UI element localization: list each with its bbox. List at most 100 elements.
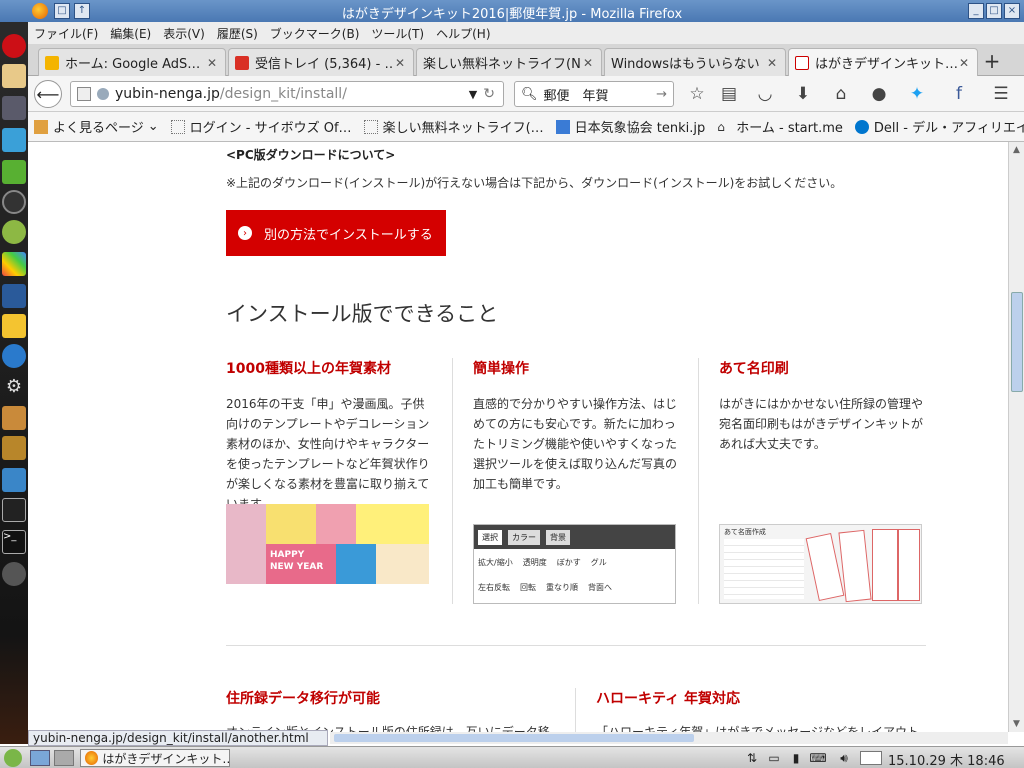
scrollbar-thumb[interactable] [1011,292,1023,392]
menu-tools[interactable]: ツール(T) [365,25,430,42]
dropdown-icon[interactable]: ▼ [469,88,477,101]
opera-icon[interactable] [2,34,26,58]
terminal-icon[interactable]: >_ [2,530,26,554]
package-install-icon[interactable] [2,436,26,460]
bookmark-label: ホーム - start.me [736,121,843,136]
menu-bookmarks[interactable]: ブックマーク(B) [264,25,366,42]
scrollbar-thumb[interactable] [334,734,694,742]
bookmark-tenki[interactable]: 日本気象協会 tenki.jp [555,117,705,136]
feature-easy: 簡単操作 直感的で分かりやすい操作方法、はじめての方にも安心です。新たに加わった… [473,358,679,494]
feature-body: 2016年の干支「申」や漫画風。子供向けのテンプレートやデコレーション素材のほか… [226,397,430,511]
minimize-button[interactable]: _ [968,3,984,19]
bug-icon[interactable] [2,220,26,244]
chevron-down-icon: ⌄ [147,119,159,134]
battery-tray-icon[interactable]: ▮ [788,749,804,767]
bookmark-most-visited[interactable]: よく見るページ ⌄ [34,117,159,136]
close-button[interactable]: × [1004,3,1020,19]
pocket-icon[interactable]: ◡ [754,83,776,105]
tab-windows[interactable]: Windowsはもういらない ✕ [604,48,786,76]
tab-close-icon[interactable]: ✕ [205,56,219,70]
image-text: 背面へ [588,583,612,592]
menu-help[interactable]: ヘルプ(H) [430,25,496,42]
search-go-icon[interactable]: → [656,87,667,102]
tab-hagaki-active[interactable]: はがきデザインキット… ✕ [788,48,978,76]
system-monitor-icon[interactable] [2,498,26,522]
reading-list-icon[interactable]: ▤ [718,83,740,105]
tab-close-icon[interactable]: ✕ [765,56,779,70]
wireless-icon[interactable] [2,344,26,368]
wizard-icon[interactable] [2,314,26,338]
feature-title: 住所録データ移行が可能 [226,691,380,707]
terminal-green-icon[interactable] [2,160,26,184]
navigation-bar: ⟵ yubin-nenga.jp /design_kit/install/ ▼ … [28,76,1024,112]
tab-close-icon[interactable]: ✕ [393,56,407,70]
bookmark-dell[interactable]: Dell - デル・アフィリエイ… [854,117,1024,136]
feature-title: 簡単操作 [473,361,529,377]
chat-icon[interactable]: ● [868,83,890,105]
gmail-icon [235,55,249,70]
bookmark-star-icon[interactable]: ☆ [686,83,708,105]
maximize-button[interactable]: □ [986,3,1002,19]
vertical-scrollbar[interactable]: ▲ ▼ [1008,142,1024,732]
gear-icon[interactable]: ⚙ [2,374,26,398]
facebook-icon[interactable]: f [948,83,970,105]
twitter-icon[interactable]: ✦ [906,83,928,105]
text-editor-icon[interactable] [2,96,26,120]
screenshot-icon[interactable] [2,284,26,308]
bookmark-cybozu[interactable]: ログイン - サイボウズ Of… [170,117,352,136]
tab-label: 受信トレイ (5,364) - … [255,57,393,72]
scroll-up-icon[interactable]: ▲ [1009,142,1024,158]
bookmark-label: よく見るページ [53,121,144,136]
display-tray-icon[interactable]: ▭ [766,749,782,767]
home-icon[interactable]: ⌂ [830,83,852,105]
horizontal-scrollbar[interactable] [330,732,1008,744]
bookmark-label: 楽しい無料ネットライフ(… [382,121,544,136]
tab-close-icon[interactable]: ✕ [957,56,971,70]
volume-icon[interactable]: 🔊︎ [836,749,852,767]
bookmark-netlife[interactable]: 楽しい無料ネットライフ(… [363,117,544,136]
new-tab-icon[interactable]: + [982,49,1002,73]
taskbar-firefox-window[interactable]: はがきデザインキット… [80,749,230,767]
feature-address: あて名印刷 はがきにはかかせない住所録の管理や宛名面印刷もはがきデザインキットが… [719,358,925,454]
alt-install-button[interactable]: › 別の方法でインストールする [226,210,446,256]
notification-icon[interactable] [860,751,882,765]
clock[interactable]: 15.10.29 木 18:46 [888,750,1005,768]
back-button[interactable]: ⟵ [34,80,62,108]
network-tray-icon[interactable]: ⇅ [744,749,760,767]
notes-icon[interactable] [2,64,26,88]
feature-hellokitty: ハローキティ 年賀対応 「ハローキティ年賀」はがきでメッセージなどをレイアウト印… [596,688,926,732]
menu-view[interactable]: 表示(V) [157,25,211,42]
globe-icon [97,88,109,100]
tab-close-icon[interactable]: ✕ [581,56,595,70]
webcam-icon[interactable] [2,190,26,214]
dell-icon [854,119,869,134]
workspace-1[interactable] [30,750,50,766]
bookmark-startme[interactable]: ⌂ ホーム - start.me [717,117,843,137]
search-input[interactable]: 🔍︎ 郵便 年賀 → [514,81,674,107]
image-text: グル [590,558,607,567]
menu-history[interactable]: 履歴(S) [211,25,264,42]
url-bar[interactable]: yubin-nenga.jp /design_kit/install/ ▼ ↻ [70,81,504,107]
tab-netlife[interactable]: 楽しい無料ネットライフ(N… ✕ [416,48,602,76]
keyboard-tray-icon[interactable]: ⌨ [809,749,826,767]
workspace-2[interactable] [54,750,74,766]
new-year-cards-image: HAPPY NEW YEAR [226,504,429,584]
feature-body: はがきにはかかせない住所録の管理や宛名面印刷もはがきデザインキットがあれば大丈夫… [719,397,924,451]
reload-icon[interactable]: ↻ [483,86,495,102]
page-icon [77,87,91,101]
tab-gmail[interactable]: 受信トレイ (5,364) - … ✕ [228,48,414,76]
trash-icon[interactable] [2,562,26,586]
tab-adsense[interactable]: ホーム: Google AdS… ✕ [38,48,226,76]
package-icon[interactable] [2,406,26,430]
menu-file[interactable]: ファイル(F) [28,25,104,42]
menu-edit[interactable]: 編集(E) [104,25,157,42]
scroll-down-icon[interactable]: ▼ [1009,716,1024,732]
download-icon[interactable]: ⬇ [792,83,814,105]
paint-icon[interactable] [2,252,26,276]
hamburger-menu-icon[interactable]: ☰ [990,83,1012,105]
store-icon[interactable] [2,468,26,492]
column-divider [575,688,576,732]
network-icon[interactable] [2,128,26,152]
start-menu-icon[interactable] [4,749,22,767]
pc-download-heading: <PC版ダウンロードについて> [226,148,396,162]
